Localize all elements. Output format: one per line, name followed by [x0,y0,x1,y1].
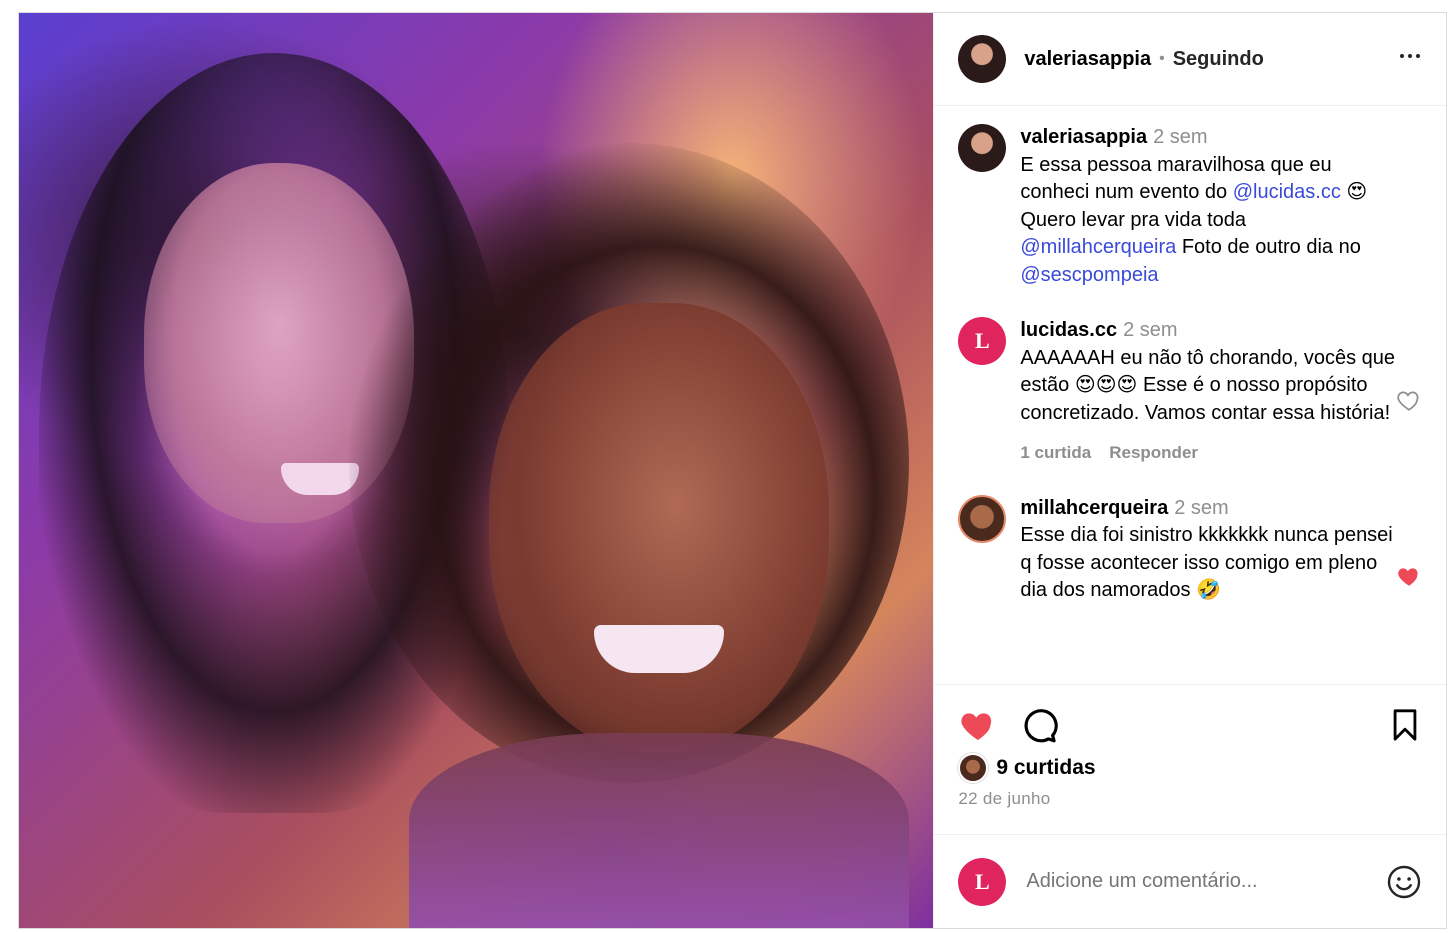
caption-username[interactable]: valeriasappia [1020,126,1147,148]
liker-avatar [958,753,989,783]
likes-count[interactable]: 9 curtidas [996,756,1095,780]
comment-username[interactable]: lucidas.cc [1020,319,1117,341]
heart-filled-icon[interactable] [1396,563,1422,589]
photo-face-right [489,303,829,753]
post-header: valeriasappia • Seguindo [934,13,1446,106]
post-actions: 9 curtidas 22 de junho [934,684,1446,809]
following-button[interactable]: Seguindo [1173,48,1264,71]
likes-summary[interactable]: 9 curtidas [958,753,1422,783]
comment-text: Esse dia foi sinistro kkkkkkk nunca pens… [1020,524,1393,601]
comment-meta: 1 curtida Responder [1020,439,1400,467]
comment-body: millahcerqueira 2 sem Esse dia foi sinist… [1020,495,1400,605]
comment-input[interactable] [1026,870,1357,893]
mention-link[interactable]: @lucidas.cc [1233,181,1341,203]
comment-body: lucidas.cc 2 sem AAAAAAH eu não tô choran… [1020,317,1400,467]
comment-time[interactable]: 2 sem [1123,319,1177,341]
current-user-avatar: L [958,857,1007,906]
comment-time[interactable]: 2 sem [1174,497,1228,519]
action-bar [958,703,1422,747]
caption-body: valeriasappia 2 sem E essa pessoa maravil… [1020,124,1400,289]
author-username[interactable]: valeriasappia [1024,48,1151,71]
photo-scarf [409,733,909,928]
bookmark-icon[interactable] [1388,708,1422,742]
add-comment-bar: L [934,834,1446,928]
comment-item: millahcerqueira 2 sem Esse dia foi sinist… [958,494,1422,605]
reply-button[interactable]: Responder [1109,443,1198,462]
commenter-avatar[interactable]: L [958,317,1007,365]
caption-time[interactable]: 2 sem [1153,126,1207,148]
comment-bubble-icon[interactable] [1020,706,1059,744]
comment-likes-count[interactable]: 1 curtida [1020,443,1091,462]
photo-smile-left [281,463,359,495]
caption-text: Foto de outro dia no [1176,236,1361,258]
mention-link[interactable]: @millahcerqueira [1020,236,1176,258]
post-sidebar: valeriasappia • Seguindo valeriasappia 2 … [933,13,1446,928]
post-photo[interactable] [19,13,934,928]
comment-item: L lucidas.cc 2 sem AAAAAAH eu não tô chor… [958,317,1422,467]
avatar-letter: L [975,328,990,353]
comment-username[interactable]: millahcerqueira [1020,497,1168,519]
photo-smile-right [594,625,724,673]
author-avatar[interactable] [958,35,1007,83]
heart-icon[interactable] [958,705,998,745]
mention-link[interactable]: @sescpompeia [1020,264,1158,286]
commenter-avatar[interactable] [958,494,1007,543]
more-options-icon[interactable] [1398,44,1422,74]
emoji-smile-icon[interactable] [1386,864,1422,900]
caption: valeriasappia 2 sem E essa pessoa maravil… [958,124,1422,289]
heart-outline-icon[interactable] [1396,387,1422,413]
post-date[interactable]: 22 de junho [958,789,1422,809]
caption-avatar[interactable] [958,124,1007,172]
avatar-letter: L [975,868,990,894]
comment-text: AAAAAAH eu não tô chorando, vocês que es… [1020,346,1396,424]
header-separator: • [1159,50,1165,67]
comments-list[interactable]: valeriasappia 2 sem E essa pessoa maravil… [934,106,1446,684]
instagram-post: valeriasappia • Seguindo valeriasappia 2 … [18,12,1447,929]
